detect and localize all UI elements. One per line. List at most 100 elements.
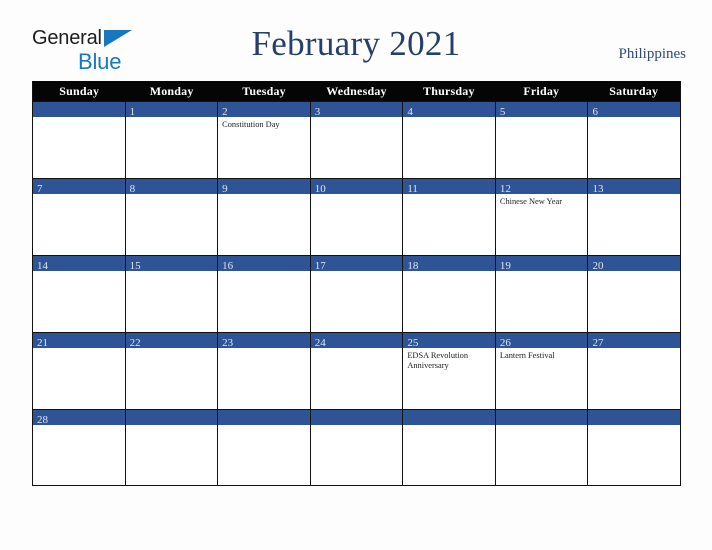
- date-band: 15: [125, 256, 218, 272]
- calendar-day-cell[interactable]: 5: [495, 101, 589, 178]
- calendar-day-cell[interactable]: 16: [218, 255, 311, 332]
- date-band: 5: [495, 102, 588, 118]
- calendar-day-cell[interactable]: [310, 409, 404, 485]
- calendar-day-cell[interactable]: 22: [125, 332, 219, 409]
- date-number: 11: [407, 183, 418, 195]
- weekday-header-wednesday: Wednesday: [326, 84, 387, 98]
- date-band: 18: [403, 256, 495, 272]
- date-number: 17: [314, 260, 326, 272]
- date-band: 21: [33, 333, 125, 349]
- date-band: 22: [125, 333, 218, 349]
- page-header: General Blue February 2021 Philippines: [0, 24, 712, 76]
- date-number: 5: [499, 106, 506, 118]
- calendar-day-cell[interactable]: 3: [310, 101, 404, 178]
- calendar-week-row: 14 15 16 17 18 19 20: [33, 255, 681, 332]
- date-number: 3: [314, 106, 321, 118]
- calendar-day-cell[interactable]: 14: [33, 255, 126, 332]
- event-label[interactable]: Lantern Festival: [500, 351, 584, 361]
- weekday-header-sunday: Sunday: [59, 84, 100, 98]
- date-number: 23: [222, 337, 234, 349]
- date-number: 20: [592, 260, 604, 272]
- calendar-day-cell[interactable]: 8: [125, 178, 219, 255]
- date-number: 27: [592, 337, 604, 349]
- calendar-day-cell[interactable]: 19: [495, 255, 589, 332]
- day-events: EDSA Revolution Anniversary: [403, 348, 495, 371]
- calendar-day-cell[interactable]: 10: [310, 178, 404, 255]
- day-events: [311, 117, 403, 120]
- date-number: 14: [37, 260, 48, 272]
- calendar-day-cell[interactable]: 13: [588, 178, 681, 255]
- calendar-day-cell[interactable]: 25 EDSA Revolution Anniversary: [403, 332, 496, 409]
- weekday-header-monday: Monday: [149, 84, 194, 98]
- calendar-day-cell[interactable]: 4: [403, 101, 496, 178]
- day-events: [126, 194, 218, 197]
- calendar-day-cell[interactable]: 11: [403, 178, 496, 255]
- calendar-day-cell[interactable]: [588, 409, 681, 485]
- date-number: 22: [129, 337, 141, 349]
- day-events: [588, 425, 680, 428]
- date-band: 8: [125, 179, 218, 195]
- date-band: 23: [218, 333, 310, 349]
- calendar-day-cell[interactable]: 26 Lantern Festival: [495, 332, 589, 409]
- event-label[interactable]: EDSA Revolution Anniversary: [407, 351, 491, 371]
- weekday-header-saturday: Saturday: [609, 84, 659, 98]
- date-band: 25: [403, 333, 495, 349]
- date-band: 7: [33, 179, 125, 195]
- country-label: Philippines: [618, 46, 686, 62]
- date-band: 9: [218, 179, 310, 195]
- date-number: 25: [407, 337, 419, 349]
- day-events: Constitution Day: [218, 117, 310, 130]
- calendar-day-cell[interactable]: 20: [588, 255, 681, 332]
- calendar-week-row: 7 8 9 10 11 12 Chinese New Year 13: [33, 178, 681, 255]
- calendar-day-cell[interactable]: 28: [33, 409, 126, 485]
- date-band: [495, 410, 588, 425]
- calendar-day-cell[interactable]: 15: [125, 255, 219, 332]
- calendar-day-cell[interactable]: 17: [310, 255, 404, 332]
- date-number: 26: [499, 337, 511, 349]
- calendar-page: General Blue February 2021 Philippines S…: [0, 0, 712, 550]
- day-events: [403, 425, 495, 428]
- date-number: 10: [314, 183, 326, 195]
- calendar-day-cell[interactable]: [218, 409, 311, 485]
- calendar-day-cell[interactable]: [495, 409, 589, 485]
- day-events: [311, 425, 403, 428]
- date-number: 4: [407, 106, 413, 118]
- calendar-day-cell[interactable]: 2 Constitution Day: [218, 101, 311, 178]
- calendar-day-cell[interactable]: 23: [218, 332, 311, 409]
- calendar-week-row: 1 2 Constitution Day 3 4 5 6: [33, 101, 681, 178]
- date-number: 7: [37, 183, 43, 195]
- date-band: [588, 410, 681, 425]
- date-number: 13: [592, 183, 604, 195]
- event-label[interactable]: Chinese New Year: [500, 197, 584, 207]
- date-band: 6: [588, 102, 681, 118]
- date-band: 11: [403, 179, 495, 195]
- weekday-header-row: Sunday Monday Tuesday Wednesday Thursday…: [33, 81, 680, 101]
- date-number: 12: [499, 183, 511, 195]
- date-band: 19: [495, 256, 588, 272]
- calendar-day-cell[interactable]: [403, 409, 496, 485]
- date-band: 26: [495, 333, 588, 349]
- page-title: February 2021: [251, 24, 461, 63]
- date-band: 20: [588, 256, 681, 272]
- calendar-day-cell[interactable]: 21: [33, 332, 126, 409]
- calendar-day-cell[interactable]: 18: [403, 255, 496, 332]
- day-events: [496, 117, 588, 120]
- day-events: [126, 117, 218, 120]
- calendar-day-cell[interactable]: 9: [218, 178, 311, 255]
- calendar-grid: Sunday Monday Tuesday Wednesday Thursday…: [32, 81, 681, 486]
- calendar-day-cell[interactable]: [33, 101, 126, 178]
- calendar-week-row: 21 22 23 24 25 EDSA Revolution Anniversary 26 L…: [33, 332, 681, 409]
- calendar-day-cell[interactable]: 1: [125, 101, 219, 178]
- day-events: [496, 425, 588, 428]
- date-band: 10: [310, 179, 403, 195]
- calendar-day-cell[interactable]: 12 Chinese New Year: [495, 178, 589, 255]
- calendar-day-cell[interactable]: 6: [588, 101, 681, 178]
- date-band: 27: [588, 333, 681, 349]
- calendar-day-cell[interactable]: 27: [588, 332, 681, 409]
- event-label[interactable]: Constitution Day: [222, 120, 306, 130]
- calendar-day-cell[interactable]: [125, 409, 219, 485]
- date-band: [125, 410, 218, 425]
- calendar-day-cell[interactable]: 7: [33, 178, 126, 255]
- date-band: [310, 410, 403, 425]
- calendar-day-cell[interactable]: 24: [310, 332, 404, 409]
